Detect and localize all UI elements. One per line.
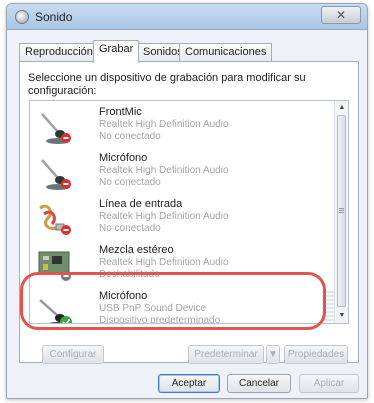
scroll-thumb[interactable] <box>337 115 346 307</box>
device-item-frontmic[interactable]: FrontMic Realtek High Definition Audio N… <box>30 103 336 149</box>
window-title: Sonido <box>35 10 73 24</box>
scroll-up-arrow-icon[interactable]: ▲ <box>338 104 346 112</box>
title-bar: Sonido ✕ <box>7 4 367 30</box>
microphone-icon <box>39 299 72 323</box>
sound-dialog: Sonido ✕ Reproducción Grabar Sonidos Com… <box>6 3 368 399</box>
circuit-board-icon <box>38 251 71 281</box>
tab-record[interactable]: Grabar <box>93 40 140 63</box>
set-default-button[interactable]: Predeterminar <box>188 345 264 364</box>
properties-button[interactable]: Propiedades <box>284 345 348 364</box>
device-item-line-in[interactable]: Línea de entrada Realtek High Definition… <box>30 195 336 241</box>
device-status: No conectado <box>99 223 161 234</box>
tab-communications[interactable]: Comunicaciones <box>179 43 273 62</box>
device-status: No conectado <box>99 131 161 142</box>
device-name: FrontMic <box>99 106 142 118</box>
device-name: Línea de entrada <box>99 198 183 210</box>
instruction-text: Seleccione un dispositivo de grabación p… <box>28 72 306 97</box>
configure-button[interactable]: Configurar <box>42 345 104 364</box>
tab-playback[interactable]: Reproducción <box>19 43 99 62</box>
grip-icon <box>339 208 344 214</box>
line-in-cable-icon <box>39 204 71 235</box>
device-name: Micrófono <box>99 290 148 302</box>
microphone-icon <box>41 159 71 190</box>
device-item-microphone-usb[interactable]: Micrófono USB PnP Sound Device Dispositi… <box>30 287 336 324</box>
device-status: Deshabilitado <box>99 269 160 280</box>
device-status: No conectado <box>99 177 161 188</box>
speaker-icon <box>15 10 29 24</box>
microphone-icon <box>41 113 71 144</box>
apply-button[interactable]: Aplicar <box>299 374 359 393</box>
cancel-button[interactable]: Cancelar <box>227 374 291 393</box>
device-item-microphone-realtek[interactable]: Micrófono Realtek High Definition Audio … <box>30 149 336 195</box>
device-name: Mezcla estéreo <box>99 244 174 256</box>
device-name: Micrófono <box>99 152 148 164</box>
close-button[interactable]: ✕ <box>321 6 361 24</box>
device-item-stereo-mix[interactable]: Mezcla estéreo Realtek High Definition A… <box>30 241 336 287</box>
device-driver: Realtek High Definition Audio <box>99 165 229 176</box>
device-status: Dispositivo predeterminado <box>99 315 221 324</box>
device-list-scrollbar[interactable]: ▲ ▼ <box>334 101 348 323</box>
device-list: FrontMic Realtek High Definition Audio N… <box>29 100 349 324</box>
device-driver: Realtek High Definition Audio <box>99 119 229 130</box>
device-driver: Realtek High Definition Audio <box>99 211 229 222</box>
device-driver: Realtek High Definition Audio <box>99 257 229 268</box>
scroll-down-arrow-icon[interactable]: ▼ <box>338 312 346 320</box>
device-driver: USB PnP Sound Device <box>99 303 207 314</box>
set-default-dropdown-icon[interactable]: ▼ <box>266 345 280 364</box>
recording-panel: Seleccione un dispositivo de grabación p… <box>19 61 359 364</box>
accept-button[interactable]: Aceptar <box>158 374 220 393</box>
